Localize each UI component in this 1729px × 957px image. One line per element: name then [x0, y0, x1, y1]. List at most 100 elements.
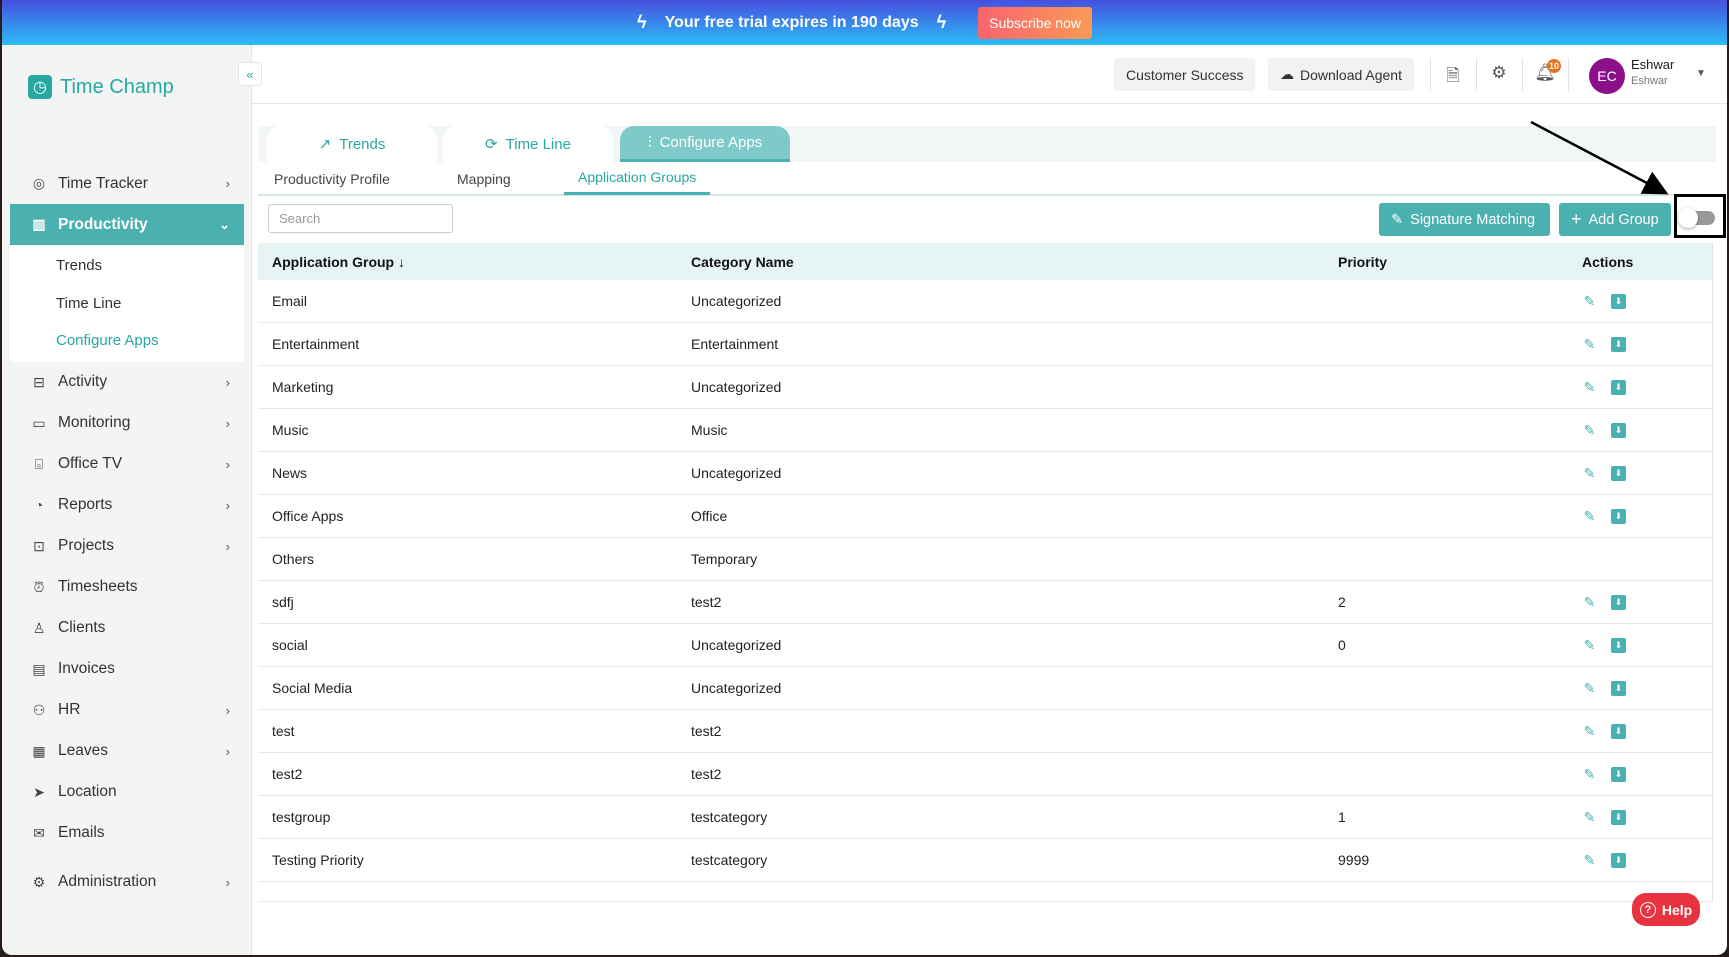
toggle-switch[interactable]	[1678, 208, 1715, 228]
edit-icon[interactable]: ✎	[1582, 594, 1597, 610]
bolt-icon: ϟ	[637, 12, 647, 32]
archive-icon[interactable]: ⬇	[1611, 422, 1626, 438]
sidebar-item-label: Timesheets	[58, 578, 138, 595]
sidebar-item-clients[interactable]: ♙ Clients	[10, 608, 244, 649]
edit-icon[interactable]: ✎	[1582, 809, 1597, 825]
sidebar-item-administration[interactable]: ⚙ Administration ›	[10, 862, 244, 903]
table-row: testgroup testcategory 1 ✎ ⬇	[258, 796, 1712, 839]
app-group-cell: sdfj	[272, 594, 294, 610]
timeline-icon: ⟳	[485, 136, 498, 153]
document-icon[interactable]: 🗎	[1441, 63, 1465, 87]
user-menu-caret-icon[interactable]: ▼	[1696, 68, 1706, 79]
clock-logo-icon: ◷	[28, 75, 52, 99]
tab-trends[interactable]: ↗ Trends	[267, 126, 437, 162]
subtab-application-groups[interactable]: Application Groups	[564, 162, 711, 195]
signature-icon: ✎	[1391, 211, 1404, 228]
sidebar-item-office-tv[interactable]: ⌻ Office TV ›	[10, 444, 244, 485]
chevron-right-icon: ›	[225, 374, 230, 390]
sidebar-item-activity[interactable]: ⊟ Activity ›	[10, 362, 244, 403]
archive-icon[interactable]: ⬇	[1611, 809, 1626, 825]
avatar[interactable]: EC	[1589, 58, 1625, 94]
edit-icon[interactable]: ✎	[1582, 422, 1597, 438]
target-icon: ◎	[32, 175, 46, 191]
edit-icon[interactable]: ✎	[1582, 723, 1597, 739]
edit-icon[interactable]: ✎	[1582, 680, 1597, 696]
edit-icon[interactable]: ✎	[1582, 637, 1597, 653]
sidebar-item-projects[interactable]: ⊡ Projects ›	[10, 526, 244, 567]
archive-icon[interactable]: ⬇	[1611, 336, 1626, 352]
edit-icon[interactable]: ✎	[1582, 852, 1597, 868]
tab-configure-apps[interactable]: ⫶ Configure Apps	[620, 126, 790, 162]
chevron-right-icon: ›	[225, 702, 230, 718]
download-agent-button[interactable]: ☁ Download Agent	[1268, 58, 1414, 91]
submenu-item-time-line[interactable]: Time Line	[10, 285, 244, 323]
divider	[1568, 58, 1569, 91]
priority-cell: 9999	[1338, 852, 1370, 868]
sidebar-item-leaves[interactable]: ▦ Leaves ›	[10, 731, 244, 772]
edit-icon[interactable]: ✎	[1582, 293, 1597, 309]
archive-icon[interactable]: ⬇	[1611, 852, 1626, 868]
col-category-name: Category Name	[691, 253, 794, 270]
category-cell: testcategory	[691, 809, 768, 825]
sidebar-item-productivity[interactable]: ▥ Productivity ⌄	[10, 204, 244, 245]
subtab-mapping[interactable]: Mapping	[457, 162, 511, 196]
app-group-cell: test	[272, 723, 295, 739]
search-input[interactable]	[268, 204, 453, 233]
archive-icon[interactable]: ⬇	[1611, 508, 1626, 524]
sidebar-item-hr[interactable]: ⚇ HR ›	[10, 690, 244, 731]
settings-gear-icon[interactable]: ⚙	[1487, 63, 1511, 87]
category-cell: Uncategorized	[691, 293, 782, 309]
col-priority: Priority	[1338, 253, 1388, 270]
table-row: Email Uncategorized ✎ ⬇	[258, 280, 1712, 323]
user-name[interactable]: Eshwar	[1631, 57, 1674, 72]
trend-icon: ↗	[318, 136, 332, 153]
logo[interactable]: ◷ Time Champ	[28, 62, 174, 112]
signature-matching-button[interactable]: ✎ Signature Matching	[1379, 203, 1550, 236]
customer-success-button[interactable]: Customer Success	[1114, 58, 1256, 91]
archive-icon[interactable]: ⬇	[1611, 637, 1626, 653]
archive-icon[interactable]: ⬇	[1611, 379, 1626, 395]
top-header: Customer Success ☁ Download Agent 🗎 ⚙ 🔔︎	[252, 45, 1727, 104]
edit-icon[interactable]: ✎	[1582, 336, 1597, 352]
sidebar-item-timesheets[interactable]: ⏰︎ Timesheets	[10, 567, 244, 608]
sidebar-item-invoices[interactable]: ▤ Invoices	[10, 649, 244, 690]
trial-text: Your free trial expires in 190 days	[664, 13, 919, 31]
submenu-item-trends[interactable]: Trends	[10, 247, 244, 285]
submenu-item-configure-apps[interactable]: Configure Apps	[10, 322, 244, 360]
edit-icon[interactable]: ✎	[1582, 379, 1597, 395]
divider	[1430, 58, 1431, 91]
add-group-button[interactable]: + Add Group	[1559, 203, 1671, 236]
notification-count: 10	[1547, 59, 1561, 73]
edit-icon[interactable]: ✎	[1582, 508, 1597, 524]
archive-icon[interactable]: ⬇	[1611, 723, 1626, 739]
edit-icon[interactable]: ✎	[1582, 465, 1597, 481]
help-button[interactable]: ? Help	[1632, 893, 1700, 926]
app-group-cell: Entertainment	[272, 336, 360, 352]
subtab-productivity-profile[interactable]: Productivity Profile	[274, 162, 390, 196]
sidebar-item-time-tracker[interactable]: ◎ Time Tracker ›	[10, 163, 244, 204]
pie-icon: ◔	[34, 497, 44, 513]
archive-icon[interactable]: ⬇	[1611, 293, 1626, 309]
sidebar-item-label: Monitoring	[58, 414, 131, 431]
sidebar-item-location[interactable]: ➤ Location	[10, 772, 244, 813]
tab-time-line[interactable]: ⟳ Time Line	[443, 126, 613, 162]
archive-icon[interactable]: ⬇	[1611, 594, 1626, 610]
sidebar-item-reports[interactable]: ◔ Reports ›	[10, 485, 244, 526]
table-row: test2 test2 ✎ ⬇	[258, 753, 1712, 796]
col-application-group[interactable]: Application Group ↓	[272, 243, 405, 280]
collapse-sidebar-button[interactable]: «	[238, 62, 262, 86]
edit-icon[interactable]: ✎	[1582, 766, 1597, 782]
chevron-right-icon: ›	[225, 874, 230, 890]
sidebar-item-emails[interactable]: ✉ Emails	[10, 813, 244, 854]
archive-icon[interactable]: ⬇	[1611, 680, 1626, 696]
subscribe-button[interactable]: Subscribe now	[978, 6, 1092, 39]
calendar-icon: ▦	[32, 742, 46, 759]
archive-icon[interactable]: ⬇	[1611, 465, 1626, 481]
sort-down-icon: ↓	[398, 253, 405, 270]
chart-icon: ▥	[32, 216, 46, 232]
invoice-icon: ▤	[32, 660, 46, 677]
archive-icon[interactable]: ⬇	[1611, 766, 1626, 782]
sidebar-item-monitoring[interactable]: ▭ Monitoring ›	[10, 403, 244, 444]
category-cell: testcategory	[691, 852, 768, 868]
sidebar-item-label: Location	[58, 783, 117, 800]
